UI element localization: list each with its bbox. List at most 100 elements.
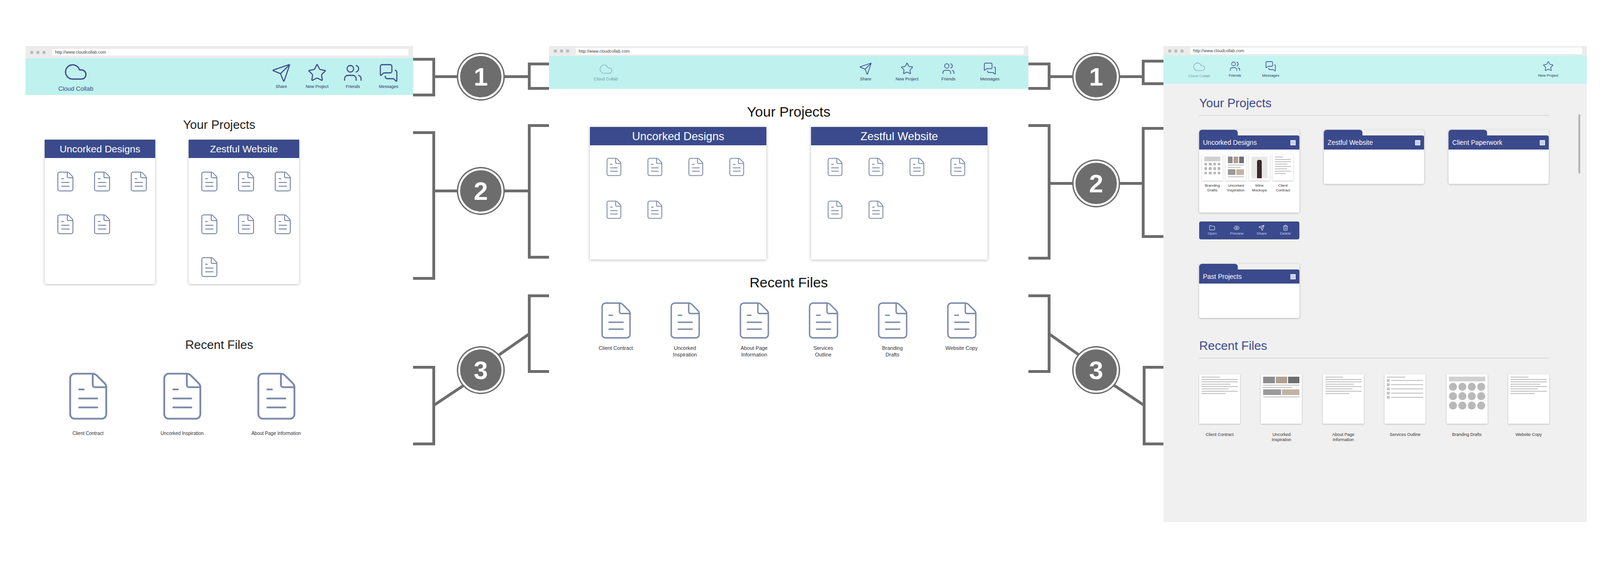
file-icon[interactable] (865, 199, 887, 221)
logo[interactable]: Cloud Collab (1184, 60, 1215, 80)
project-folder[interactable]: Client Paperwork (1448, 129, 1549, 184)
window-dot[interactable] (1168, 49, 1172, 53)
nav-icon (1542, 60, 1554, 72)
file-thumbnail[interactable] (1201, 154, 1223, 181)
cloud-icon (63, 59, 88, 85)
file-icon[interactable] (824, 199, 846, 221)
file-icon[interactable] (198, 170, 221, 193)
action-button[interactable]: Open (1207, 224, 1218, 237)
nav-icon (1265, 60, 1277, 72)
file-thumbnail[interactable] (1384, 374, 1426, 424)
project-card[interactable]: Uncorked Designs (589, 127, 767, 260)
nav-item[interactable]: Messages (373, 63, 404, 91)
window-dot[interactable] (1174, 49, 1178, 53)
file-icon[interactable] (90, 213, 114, 236)
recent-file[interactable]: Uncorked Inspiration (1260, 374, 1302, 444)
file-thumbnail[interactable] (1322, 374, 1364, 424)
file-icon[interactable] (644, 199, 666, 221)
select-checkbox[interactable] (1290, 274, 1296, 280)
file-icon[interactable] (824, 156, 846, 178)
recent-file[interactable]: About Page Information (229, 369, 324, 438)
file-icon[interactable] (271, 213, 295, 236)
file-icon[interactable] (644, 156, 666, 178)
file-icon[interactable] (198, 255, 221, 279)
nav-icon (983, 62, 997, 76)
window-dot[interactable] (36, 50, 40, 55)
file-thumbnail[interactable] (1249, 154, 1270, 181)
nav-item[interactable]: Messages (1255, 60, 1286, 79)
file-thumbnail[interactable] (1272, 154, 1294, 181)
window-dot[interactable] (30, 50, 34, 55)
project-folder[interactable]: Past Projects (1199, 263, 1300, 319)
file-icon[interactable] (127, 170, 151, 193)
recent-file[interactable]: Uncorked Inspiration (661, 299, 709, 359)
recent-file[interactable]: Client Contract (1199, 374, 1241, 444)
nav-item[interactable]: Friends (933, 62, 964, 83)
recent-file[interactable]: About Page Information (730, 299, 778, 359)
nav-item[interactable]: New Project (302, 63, 333, 91)
nav-item[interactable]: Share (266, 63, 297, 91)
window-dot[interactable] (565, 49, 570, 53)
url-field[interactable]: http://www.cloudcollab.com (52, 48, 409, 56)
window-dot[interactable] (1180, 49, 1184, 53)
nav-item[interactable]: Share (850, 62, 881, 83)
window-dot[interactable] (559, 49, 564, 53)
url-field[interactable]: http://www.cloudcollab.com (575, 47, 1024, 55)
file-thumbnail[interactable] (1446, 374, 1488, 424)
file-icon[interactable] (271, 170, 295, 193)
nav-item[interactable]: Friends (1219, 60, 1250, 79)
recent-file[interactable]: Branding Drafts (868, 299, 916, 359)
file-thumbnail[interactable] (1508, 374, 1550, 424)
recent-file[interactable]: About Page Information (1322, 374, 1364, 444)
select-checkbox[interactable] (1290, 140, 1296, 146)
file-thumbnail[interactable] (1199, 374, 1241, 424)
file-icon[interactable] (198, 213, 221, 236)
nav-icon (307, 63, 327, 83)
recent-file[interactable]: Branding Drafts (1446, 374, 1488, 444)
action-button[interactable]: Delete (1280, 224, 1291, 237)
browser-bar: http://www.cloudcollab.com (25, 46, 414, 59)
file-icon[interactable] (234, 213, 258, 236)
recent-file[interactable]: Website Copy (938, 299, 986, 359)
nav-item[interactable]: New Project (1533, 60, 1564, 79)
file-icon (595, 299, 637, 342)
recent-file[interactable]: Client Contract (592, 299, 640, 359)
file-thumbnail[interactable] (1260, 374, 1302, 424)
project-card[interactable]: Zestful Website (811, 127, 988, 260)
file-icon[interactable] (603, 199, 625, 221)
project-card[interactable]: Zestful Website (188, 139, 300, 285)
action-button[interactable]: Preview (1230, 224, 1244, 237)
file-icon[interactable] (906, 156, 928, 178)
scrollbar[interactable] (1578, 114, 1581, 174)
select-checkbox[interactable] (1539, 140, 1545, 146)
window-dot[interactable] (42, 50, 46, 55)
nav-item[interactable]: Messages (974, 62, 1005, 83)
logo[interactable]: Cloud Collab (593, 62, 619, 83)
recent-file[interactable]: Services Outline (1384, 374, 1426, 444)
file-icon[interactable] (234, 170, 258, 193)
file-icon[interactable] (685, 156, 707, 178)
file-thumbnail[interactable] (1225, 154, 1247, 181)
nav-item[interactable]: New Project (891, 62, 923, 83)
nav-item[interactable]: Friends (337, 63, 368, 91)
file-icon[interactable] (726, 156, 748, 178)
file-icon[interactable] (865, 156, 887, 178)
file-icon[interactable] (90, 170, 114, 193)
file-icon[interactable] (603, 156, 625, 178)
url-field[interactable]: http://www.cloudcollab.com (1190, 47, 1583, 55)
logo[interactable]: Cloud Collab (58, 59, 94, 94)
recent-file[interactable]: Services Outline (799, 299, 847, 359)
select-checkbox[interactable] (1415, 140, 1421, 146)
window-dot[interactable] (553, 49, 558, 53)
project-card[interactable]: Uncorked Designs (44, 139, 156, 285)
action-button[interactable]: Share (1256, 224, 1267, 237)
project-folder[interactable]: Zestful Website (1323, 129, 1425, 184)
callout-badge: 1 (458, 54, 504, 100)
recent-file[interactable]: Website Copy (1508, 374, 1550, 444)
file-icon[interactable] (54, 170, 77, 193)
file-icon[interactable] (947, 156, 969, 178)
recent-file[interactable]: Uncorked Inspiration (135, 369, 230, 438)
recent-file[interactable]: Client Contract (40, 369, 136, 438)
file-icon[interactable] (54, 213, 77, 236)
project-folder[interactable]: Uncorked DesignsBranding DraftsUncorked … (1199, 129, 1300, 213)
